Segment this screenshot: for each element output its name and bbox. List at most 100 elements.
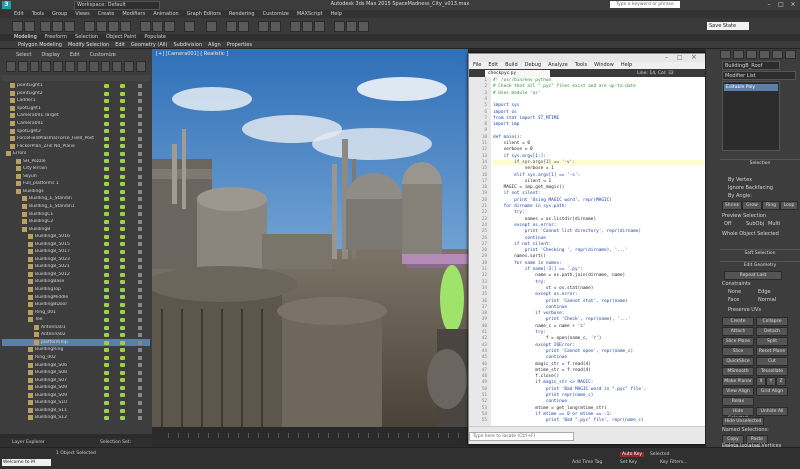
freeze-icon[interactable] [138, 197, 142, 202]
render-icon[interactable] [120, 234, 125, 239]
modifier-list-dropdown[interactable]: Modifier List [722, 71, 796, 80]
render-icon[interactable] [120, 272, 125, 277]
visibility-icon[interactable] [104, 136, 109, 141]
ribbon-tab[interactable]: Populate [144, 34, 166, 41]
explorer-tab[interactable]: Select [16, 51, 31, 59]
freeze-icon[interactable] [138, 355, 142, 360]
code-area[interactable]: #! /usr/bin/env python # Check that all "… [491, 77, 706, 426]
freeze-icon[interactable] [138, 287, 142, 292]
graphite-icon[interactable] [270, 21, 281, 32]
scene-list-item[interactable]: BuildingC2 [2, 218, 150, 226]
panel-button[interactable]: Loop [780, 201, 798, 210]
scene-list-item[interactable]: Antenna02 [2, 331, 150, 339]
panel-modify-icon[interactable] [733, 50, 744, 59]
scene-list-item[interactable]: BuildingBDoor [2, 301, 150, 309]
panel-button[interactable]: X [756, 377, 766, 386]
freeze-icon[interactable] [138, 182, 142, 187]
menu-item[interactable]: Help [331, 10, 342, 18]
visibility-icon[interactable] [104, 219, 109, 224]
panel-display-icon[interactable] [772, 50, 783, 59]
render-icon[interactable] [120, 355, 125, 360]
light-icon[interactable] [41, 61, 52, 72]
visibility-icon[interactable] [104, 295, 109, 300]
render-frame-icon[interactable] [346, 21, 357, 32]
viewport-label[interactable]: [+] [Camera001] [ Realistic ] [156, 51, 228, 57]
menu-item[interactable]: Edit [14, 10, 24, 18]
scene-list-item[interactable]: Camera001.Target [2, 112, 150, 120]
menu-item[interactable]: Views [75, 10, 89, 18]
menu-item[interactable]: Group [52, 10, 67, 18]
pivot-icon[interactable] [206, 21, 217, 32]
freeze-icon[interactable] [138, 408, 142, 413]
visibility-icon[interactable] [104, 378, 109, 383]
render-icon[interactable] [120, 325, 125, 330]
scene-list-item[interactable]: Tee [2, 316, 150, 324]
rollout-header[interactable]: Soft Selection [720, 249, 800, 257]
freeze-icon[interactable] [138, 219, 142, 224]
camera-viewport[interactable]: [+] [Camera001] [ Realistic ] [152, 49, 468, 427]
panel-button[interactable]: Ring [762, 201, 780, 210]
freeze-icon[interactable] [138, 348, 142, 353]
scene-list-item[interactable]: Buildings [2, 188, 150, 196]
frozen-icon[interactable] [136, 61, 146, 72]
close-icon[interactable]: × [788, 1, 798, 8]
ribbon-item[interactable]: Polygon Modeling [18, 41, 62, 48]
render-icon[interactable] [120, 227, 125, 232]
editor-menu-item[interactable]: Help [621, 62, 632, 69]
render-icon[interactable] [120, 363, 125, 368]
freeze-icon[interactable] [138, 340, 142, 345]
spacewarp-icon[interactable] [76, 61, 87, 72]
render-icon[interactable] [120, 257, 125, 262]
menu-item[interactable]: Graph Editors [187, 10, 221, 18]
render-icon[interactable] [120, 287, 125, 292]
scene-list-item[interactable]: pointLight2 [2, 90, 150, 98]
render-icon[interactable] [120, 151, 125, 156]
freeze-icon[interactable] [138, 302, 142, 307]
scene-list-item[interactable]: Full_platforms 1 [2, 180, 150, 188]
key-mode-dropdown[interactable]: Selected [650, 452, 670, 457]
panel-button[interactable]: Make Planar [722, 377, 754, 386]
freeze-icon[interactable] [138, 121, 142, 126]
scene-list-item[interactable]: CityTerrain [2, 165, 150, 173]
panel-button[interactable]: Shrink [722, 201, 742, 210]
render-icon[interactable] [120, 416, 125, 421]
visibility-icon[interactable] [104, 265, 109, 270]
menu-item[interactable]: Customize [263, 10, 289, 18]
visibility-icon[interactable] [104, 416, 109, 421]
editor-menu-item[interactable]: File [473, 62, 481, 69]
scene-list-item[interactable]: Ring_001 [2, 308, 150, 316]
scene-list-item[interactable]: Building8_5015 [2, 240, 150, 248]
visibility-icon[interactable] [104, 159, 109, 164]
visibility-icon[interactable] [104, 317, 109, 322]
freeze-icon[interactable] [138, 159, 142, 164]
move-icon[interactable] [140, 21, 151, 32]
visibility-icon[interactable] [104, 182, 109, 187]
render-icon[interactable] [120, 340, 125, 345]
freeze-icon[interactable] [138, 99, 142, 104]
freeze-icon[interactable] [138, 333, 142, 338]
render-icon[interactable] [120, 189, 125, 194]
rollout-header[interactable]: Edit Geometry [720, 261, 800, 269]
panel-button[interactable]: Slice [722, 347, 754, 356]
visibility-icon[interactable] [104, 174, 109, 179]
panel-button[interactable]: Hide Selected [722, 407, 754, 421]
freeze-icon[interactable] [138, 393, 142, 398]
render-icon[interactable] [120, 159, 125, 164]
render-icon[interactable] [120, 370, 125, 375]
menu-item[interactable]: Create [98, 10, 115, 18]
visibility-icon[interactable] [104, 106, 109, 111]
visibility-icon[interactable] [104, 355, 109, 360]
render-icon[interactable] [120, 385, 125, 390]
group-icon[interactable] [88, 61, 99, 72]
freeze-icon[interactable] [138, 257, 142, 262]
set-key-button[interactable]: Set Key [620, 460, 637, 465]
add-time-tag-button[interactable]: Add Time Tag [572, 460, 602, 465]
scene-list-item[interactable]: Building8_S07 [2, 376, 150, 384]
scene-list-item[interactable]: Building8_5017 [2, 248, 150, 256]
ribbon-tab[interactable]: Freeform [45, 34, 67, 41]
panel-button[interactable]: Hide Unselected [722, 417, 764, 426]
freeze-icon[interactable] [138, 106, 142, 111]
scene-list-item[interactable]: BuildingRing [2, 346, 150, 354]
freeze-icon[interactable] [138, 136, 142, 141]
explorer-tab[interactable]: Customize [90, 51, 116, 59]
